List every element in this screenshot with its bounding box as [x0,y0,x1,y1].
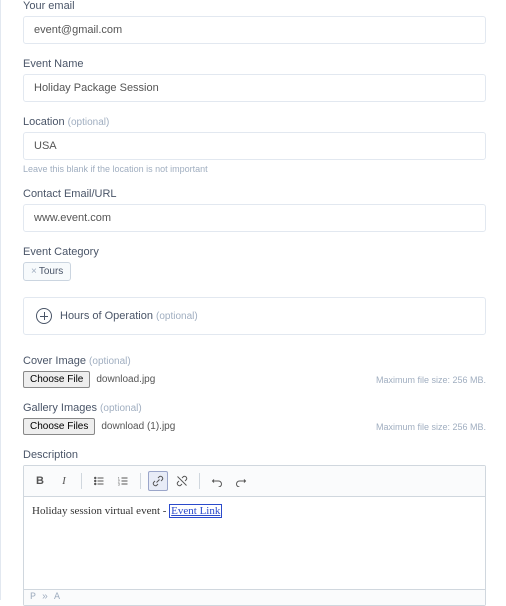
contact-input[interactable] [23,204,486,232]
location-input[interactable] [23,132,486,160]
gallery-images-label: Gallery Images (optional) [23,402,486,414]
email-label: Your email [23,0,486,12]
toolbar-separator [81,473,82,489]
description-label: Description [23,449,486,461]
italic-button[interactable]: I [54,471,74,491]
location-help: Leave this blank if the location is not … [23,164,486,174]
editor-status-path: P » A [24,589,485,605]
gallery-filename: download (1).jpg [101,421,175,432]
location-label-text: Location [23,116,65,128]
undo-icon [211,475,223,487]
link-button[interactable] [148,471,168,491]
plus-circle-icon [36,308,52,324]
email-input[interactable] [23,16,486,44]
cover-choose-file-button[interactable]: Choose File [23,371,90,388]
gallery-optional: (optional) [100,403,142,414]
svg-text:3: 3 [118,483,120,487]
bold-button[interactable]: B [30,471,50,491]
toolbar-separator [199,473,200,489]
unlink-icon [176,475,188,487]
cover-optional: (optional) [89,356,131,367]
redo-button[interactable] [231,471,251,491]
numbered-list-button[interactable]: 123 [113,471,133,491]
redo-icon [235,475,247,487]
category-tag[interactable]: ×Tours [23,262,71,281]
cover-image-label: Cover Image (optional) [23,355,486,367]
category-label: Event Category [23,246,486,258]
hours-of-operation-toggle[interactable]: Hours of Operation (optional) [23,297,486,335]
hours-optional: (optional) [156,311,198,322]
category-tag-text: Tours [39,266,63,277]
remove-icon[interactable]: × [31,266,37,277]
bullet-list-button[interactable] [89,471,109,491]
numbered-list-icon: 123 [117,475,129,487]
editor-content[interactable]: Holiday session virtual event - Event Li… [24,497,485,589]
contact-label: Contact Email/URL [23,188,486,200]
location-label: Location (optional) [23,116,486,128]
cover-label-text: Cover Image [23,355,86,367]
cover-filename: download.jpg [96,374,155,385]
editor-toolbar: B I 123 [24,466,485,497]
gallery-label-text: Gallery Images [23,402,97,414]
link-icon [152,475,164,487]
unlink-button[interactable] [172,471,192,491]
undo-button[interactable] [207,471,227,491]
location-optional: (optional) [68,117,110,128]
cover-maxsize: Maximum file size: 256 MB. [346,375,486,385]
hours-label: Hours of Operation [60,310,153,322]
event-name-label: Event Name [23,58,486,70]
description-text: Holiday session virtual event - [32,505,169,517]
toolbar-separator [140,473,141,489]
gallery-maxsize: Maximum file size: 256 MB. [346,422,486,432]
event-name-input[interactable] [23,74,486,102]
bullet-list-icon [93,475,105,487]
gallery-choose-files-button[interactable]: Choose Files [23,418,95,435]
description-link[interactable]: Event Link [169,504,222,518]
rich-text-editor: B I 123 Holiday sess [23,465,486,606]
